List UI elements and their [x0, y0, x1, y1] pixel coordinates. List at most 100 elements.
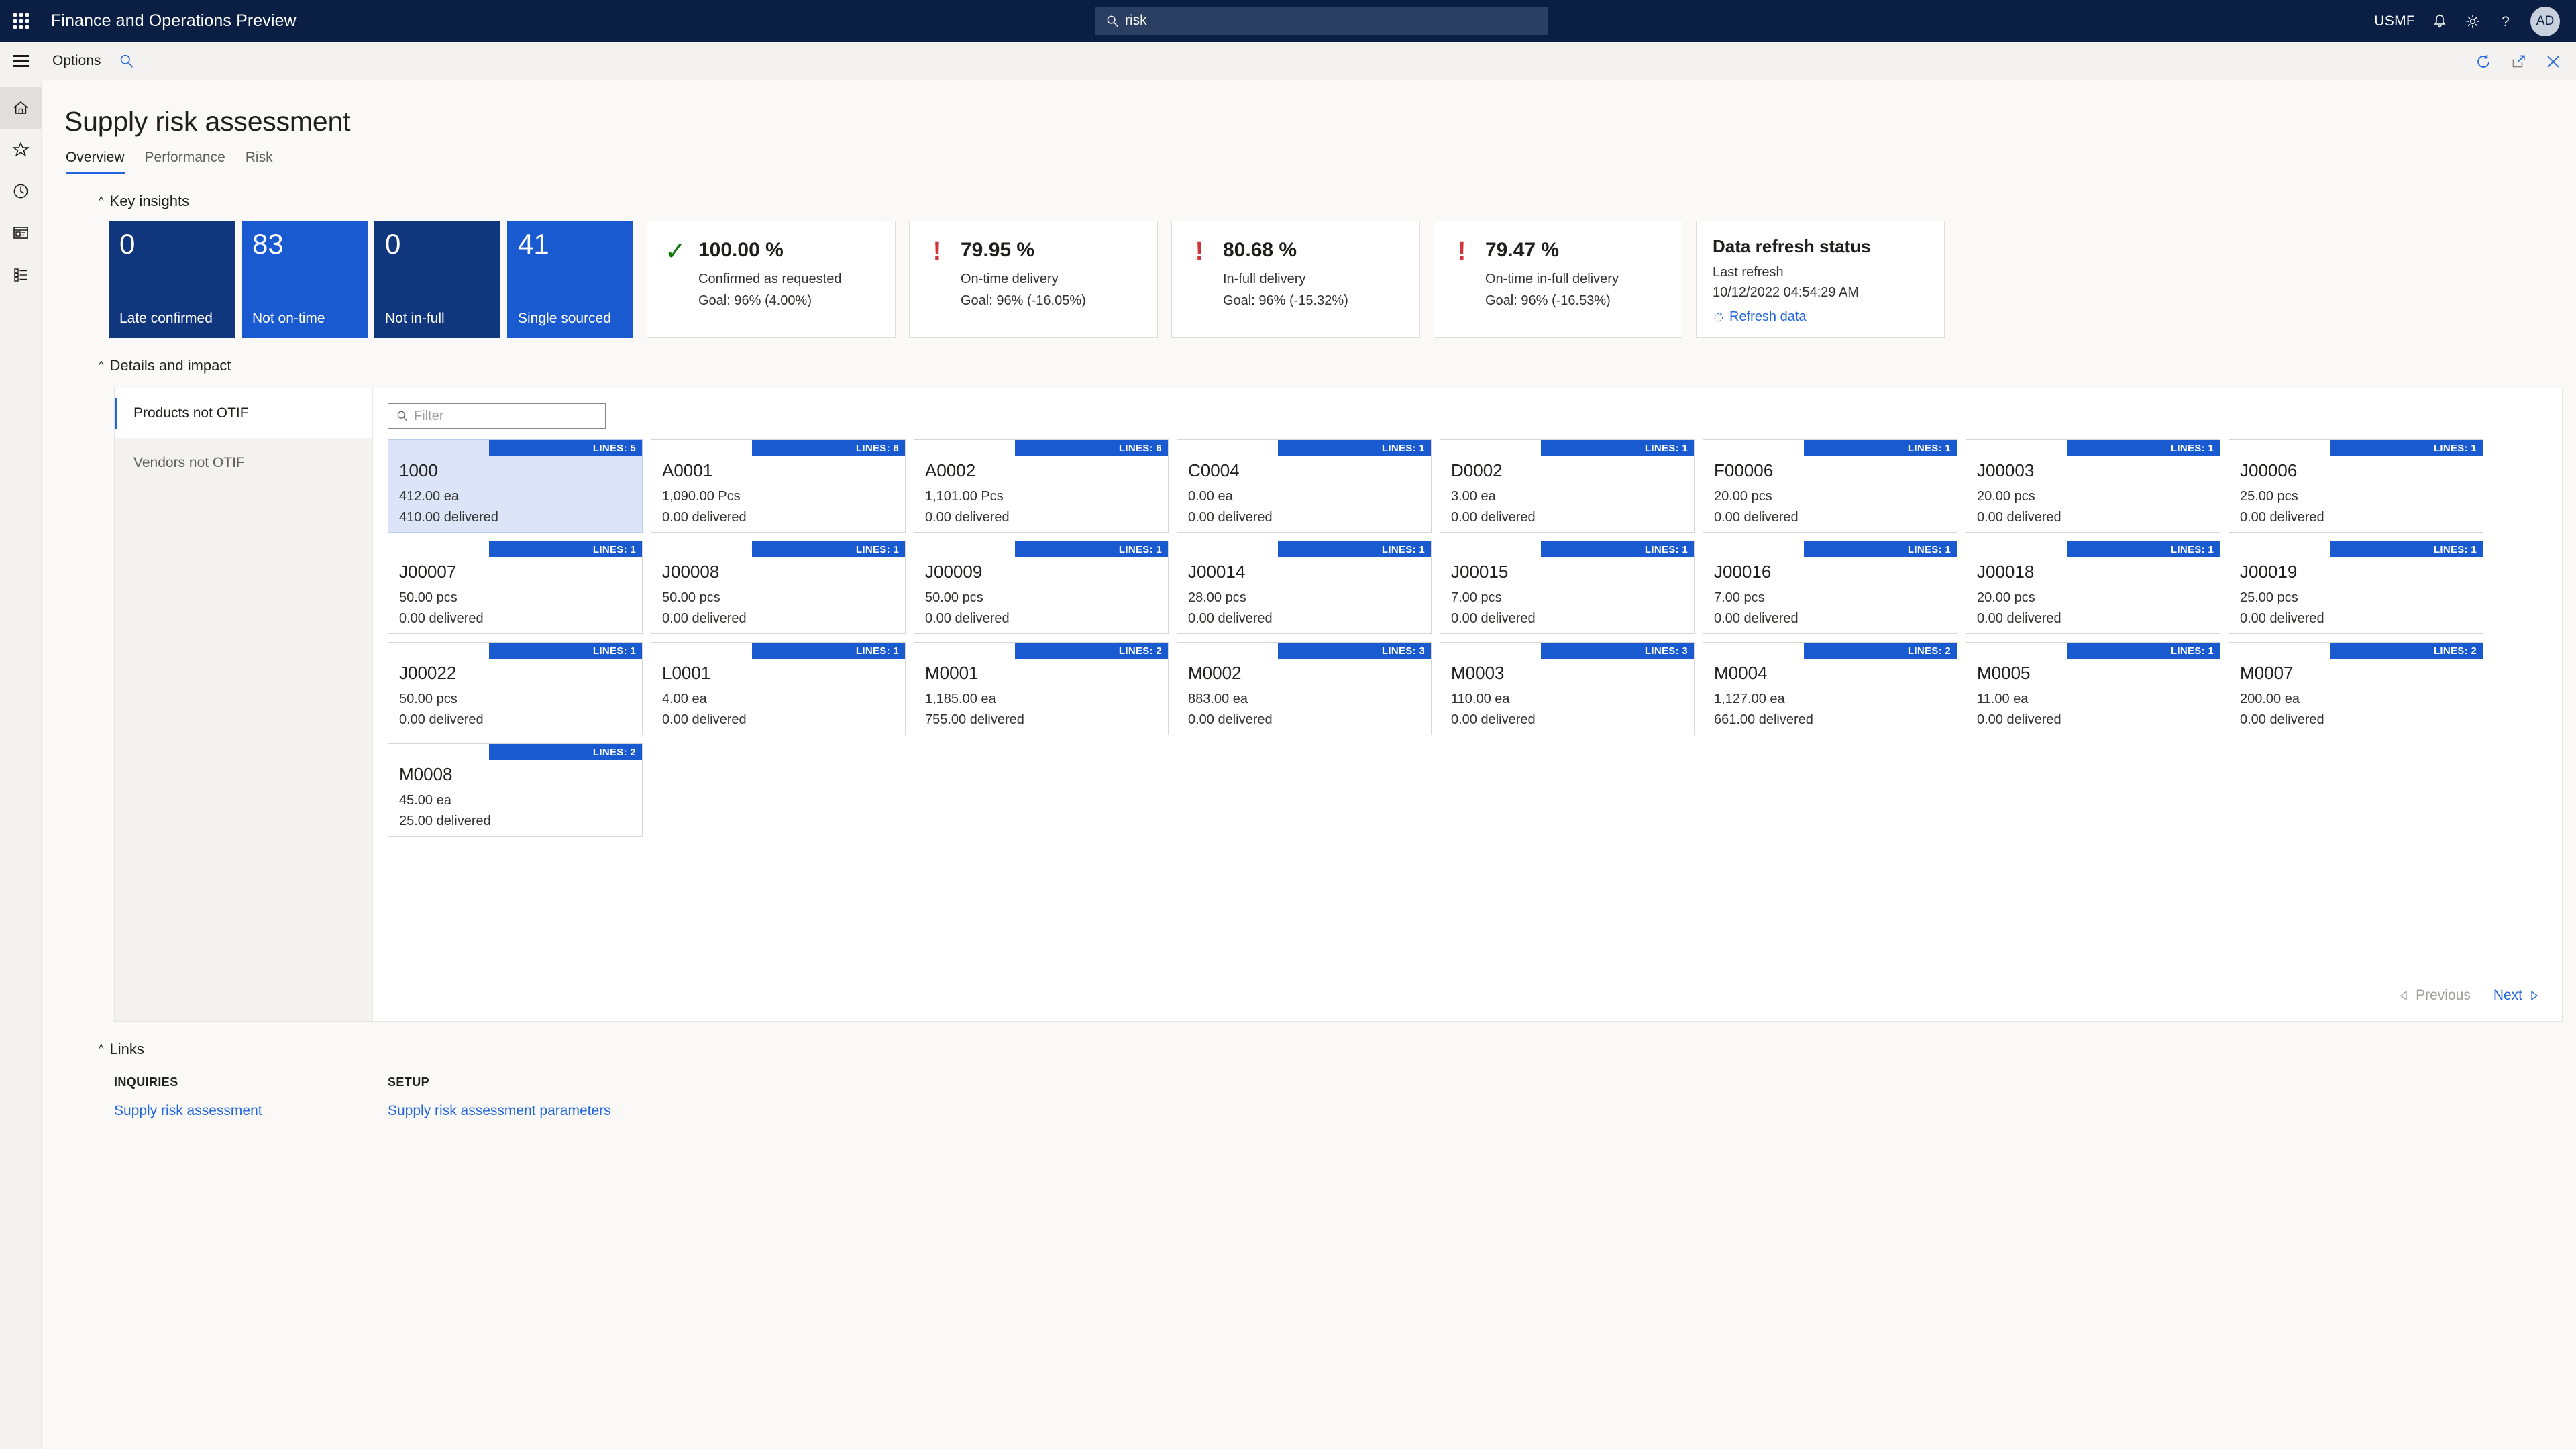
product-card[interactable]: LINES: 1J0000750.00 pcs0.00 delivered	[388, 541, 643, 634]
product-card-quantity: 25.00 pcs	[2240, 489, 2298, 504]
avatar[interactable]: AD	[2530, 7, 2560, 36]
product-card[interactable]: LINES: 2M000845.00 ea25.00 delivered	[388, 743, 643, 837]
product-card[interactable]: LINES: 1L00014.00 ea0.00 delivered	[651, 642, 906, 735]
product-card[interactable]: LINES: 1J0000320.00 pcs0.00 delivered	[1966, 439, 2220, 533]
product-card-delivered: 0.00 delivered	[925, 611, 1010, 627]
details-and-impact-panel: Products not OTIF Vendors not OTIF Filte…	[114, 388, 2563, 1022]
app-launcher-icon[interactable]	[0, 0, 42, 42]
product-card[interactable]: LINES: 1J0000950.00 pcs0.00 delivered	[914, 541, 1169, 634]
kpi-goal: Goal: 96% (-16.53%)	[1485, 293, 1619, 309]
home-icon[interactable]	[0, 87, 42, 129]
data-refresh-status-card: Data refresh status Last refresh 10/12/2…	[1696, 221, 1945, 338]
product-card-lines-badge: LINES: 3	[1278, 643, 1431, 659]
global-search-value: risk	[1125, 13, 1147, 29]
product-card-id: M0002	[1188, 663, 1242, 684]
product-card[interactable]: LINES: 1J0001820.00 pcs0.00 delivered	[1966, 541, 2220, 634]
product-card-id: M0005	[1977, 663, 2031, 684]
product-card[interactable]: LINES: 1J000157.00 pcs0.00 delivered	[1440, 541, 1695, 634]
section-header-key-insights[interactable]: ^ Key insights	[42, 174, 2576, 210]
svg-text:?: ?	[2502, 14, 2510, 30]
product-card-id: J00003	[1977, 460, 2034, 481]
product-card-lines-badge: LINES: 1	[2330, 541, 2483, 557]
details-nav-products-not-otif[interactable]: Products not OTIF	[115, 388, 372, 438]
options-button[interactable]: Options	[52, 53, 101, 69]
filter-input[interactable]: Filter	[388, 403, 606, 429]
product-card[interactable]: LINES: 2M00041,127.00 ea661.00 delivered	[1703, 642, 1957, 735]
gear-icon[interactable]	[2465, 13, 2481, 30]
refresh-card-subtitle: Last refresh	[1713, 265, 1928, 280]
modules-list-icon[interactable]	[0, 254, 42, 295]
product-card[interactable]: LINES: 1J0001428.00 pcs0.00 delivered	[1177, 541, 1432, 634]
product-card-delivered: 661.00 delivered	[1714, 712, 1813, 728]
product-card-lines-badge: LINES: 6	[1015, 440, 1168, 456]
product-card-id: J00019	[2240, 561, 2297, 582]
product-card[interactable]: LINES: 1J0000850.00 pcs0.00 delivered	[651, 541, 906, 634]
favorites-star-icon[interactable]	[0, 129, 42, 170]
kpi-in-full-delivery[interactable]: ! 80.68 % In-full delivery Goal: 96% (-1…	[1171, 221, 1420, 338]
product-card-quantity: 20.00 pcs	[1714, 489, 1772, 504]
exclamation-icon: !	[1189, 239, 1210, 262]
refresh-data-link[interactable]: Refresh data	[1713, 309, 1928, 325]
hamburger-icon[interactable]	[0, 42, 42, 80]
tile-count: 0	[119, 230, 224, 258]
page-search-icon[interactable]	[119, 54, 134, 68]
product-card-lines-badge: LINES: 2	[489, 744, 642, 760]
tab-overview[interactable]: Overview	[66, 150, 125, 174]
product-card-quantity: 200.00 ea	[2240, 692, 2300, 707]
kpi-on-time-in-full-delivery[interactable]: ! 79.47 % On-time in-full delivery Goal:…	[1434, 221, 1682, 338]
product-card-delivered: 0.00 delivered	[1188, 712, 1273, 728]
section-header-details-and-impact[interactable]: ^ Details and impact	[42, 338, 2576, 374]
global-search-input[interactable]: risk	[1095, 7, 1548, 35]
product-card[interactable]: LINES: 1D00023.00 ea0.00 delivered	[1440, 439, 1695, 533]
close-icon[interactable]	[2545, 54, 2561, 70]
recent-clock-icon[interactable]	[0, 170, 42, 212]
product-card[interactable]: LINES: 2M00011,185.00 ea755.00 delivered	[914, 642, 1169, 735]
tile-late-confirmed[interactable]: 0 Late confirmed	[109, 221, 235, 338]
product-card[interactable]: LINES: 1C00040.00 ea0.00 delivered	[1177, 439, 1432, 533]
kpi-confirmed-as-requested[interactable]: ✓ 100.00 % Confirmed as requested Goal: …	[647, 221, 896, 338]
product-card[interactable]: LINES: 8A00011,090.00 Pcs0.00 delivered	[651, 439, 906, 533]
kpi-on-time-delivery[interactable]: ! 79.95 % On-time delivery Goal: 96% (-1…	[909, 221, 1158, 338]
tab-risk[interactable]: Risk	[246, 150, 273, 174]
tab-performance[interactable]: Performance	[145, 150, 225, 174]
link-supply-risk-assessment[interactable]: Supply risk assessment	[114, 1103, 388, 1119]
product-card[interactable]: LINES: 1J000167.00 pcs0.00 delivered	[1703, 541, 1957, 634]
app-title: Finance and Operations Preview	[51, 11, 297, 31]
section-header-links[interactable]: ^ Links	[42, 1022, 2576, 1058]
product-card-lines-badge: LINES: 2	[1015, 643, 1168, 659]
product-card[interactable]: LINES: 1M000511.00 ea0.00 delivered	[1966, 642, 2220, 735]
product-card[interactable]: LINES: 3M0003110.00 ea0.00 delivered	[1440, 642, 1695, 735]
question-icon[interactable]: ?	[2498, 13, 2513, 30]
next-button[interactable]: Next	[2493, 987, 2539, 1004]
product-card-lines-badge: LINES: 1	[2330, 440, 2483, 456]
product-card[interactable]: LINES: 1J0001925.00 pcs0.00 delivered	[2229, 541, 2483, 634]
tile-single-sourced[interactable]: 41 Single sourced	[507, 221, 633, 338]
chevron-left-icon	[2399, 990, 2410, 1001]
product-card-quantity: 45.00 ea	[399, 793, 451, 808]
company-selector[interactable]: USMF	[2374, 13, 2415, 30]
previous-button[interactable]: Previous	[2399, 987, 2471, 1004]
pagination: Previous Next	[2399, 987, 2539, 1004]
product-card[interactable]: LINES: 6A00021,101.00 Pcs0.00 delivered	[914, 439, 1169, 533]
product-card[interactable]: LINES: 1J0002250.00 pcs0.00 delivered	[388, 642, 643, 735]
workspaces-icon[interactable]	[0, 212, 42, 254]
product-cards-grid: LINES: 51000412.00 ea410.00 deliveredLIN…	[388, 429, 2548, 837]
refresh-icon[interactable]	[2475, 54, 2491, 70]
bell-icon[interactable]	[2432, 13, 2447, 30]
product-card-delivered: 0.00 delivered	[1451, 510, 1536, 525]
product-card[interactable]: LINES: 2M0007200.00 ea0.00 delivered	[2229, 642, 2483, 735]
product-card[interactable]: LINES: 51000412.00 ea410.00 delivered	[388, 439, 643, 533]
tile-not-on-time[interactable]: 83 Not on-time	[241, 221, 368, 338]
link-supply-risk-assessment-parameters[interactable]: Supply risk assessment parameters	[388, 1103, 661, 1119]
popout-icon[interactable]	[2510, 54, 2526, 70]
product-card[interactable]: LINES: 1F0000620.00 pcs0.00 delivered	[1703, 439, 1957, 533]
kpi-value: 79.47 %	[1485, 239, 1619, 262]
tile-not-in-full[interactable]: 0 Not in-full	[374, 221, 500, 338]
product-card[interactable]: LINES: 3M0002883.00 ea0.00 delivered	[1177, 642, 1432, 735]
product-card[interactable]: LINES: 1J0000625.00 pcs0.00 delivered	[2229, 439, 2483, 533]
product-card-lines-badge: LINES: 5	[489, 440, 642, 456]
details-nav-vendors-not-otif[interactable]: Vendors not OTIF	[115, 438, 372, 488]
product-card-quantity: 1,127.00 ea	[1714, 692, 1785, 707]
product-card-delivered: 0.00 delivered	[2240, 510, 2324, 525]
left-navigation-rail	[0, 80, 42, 1449]
